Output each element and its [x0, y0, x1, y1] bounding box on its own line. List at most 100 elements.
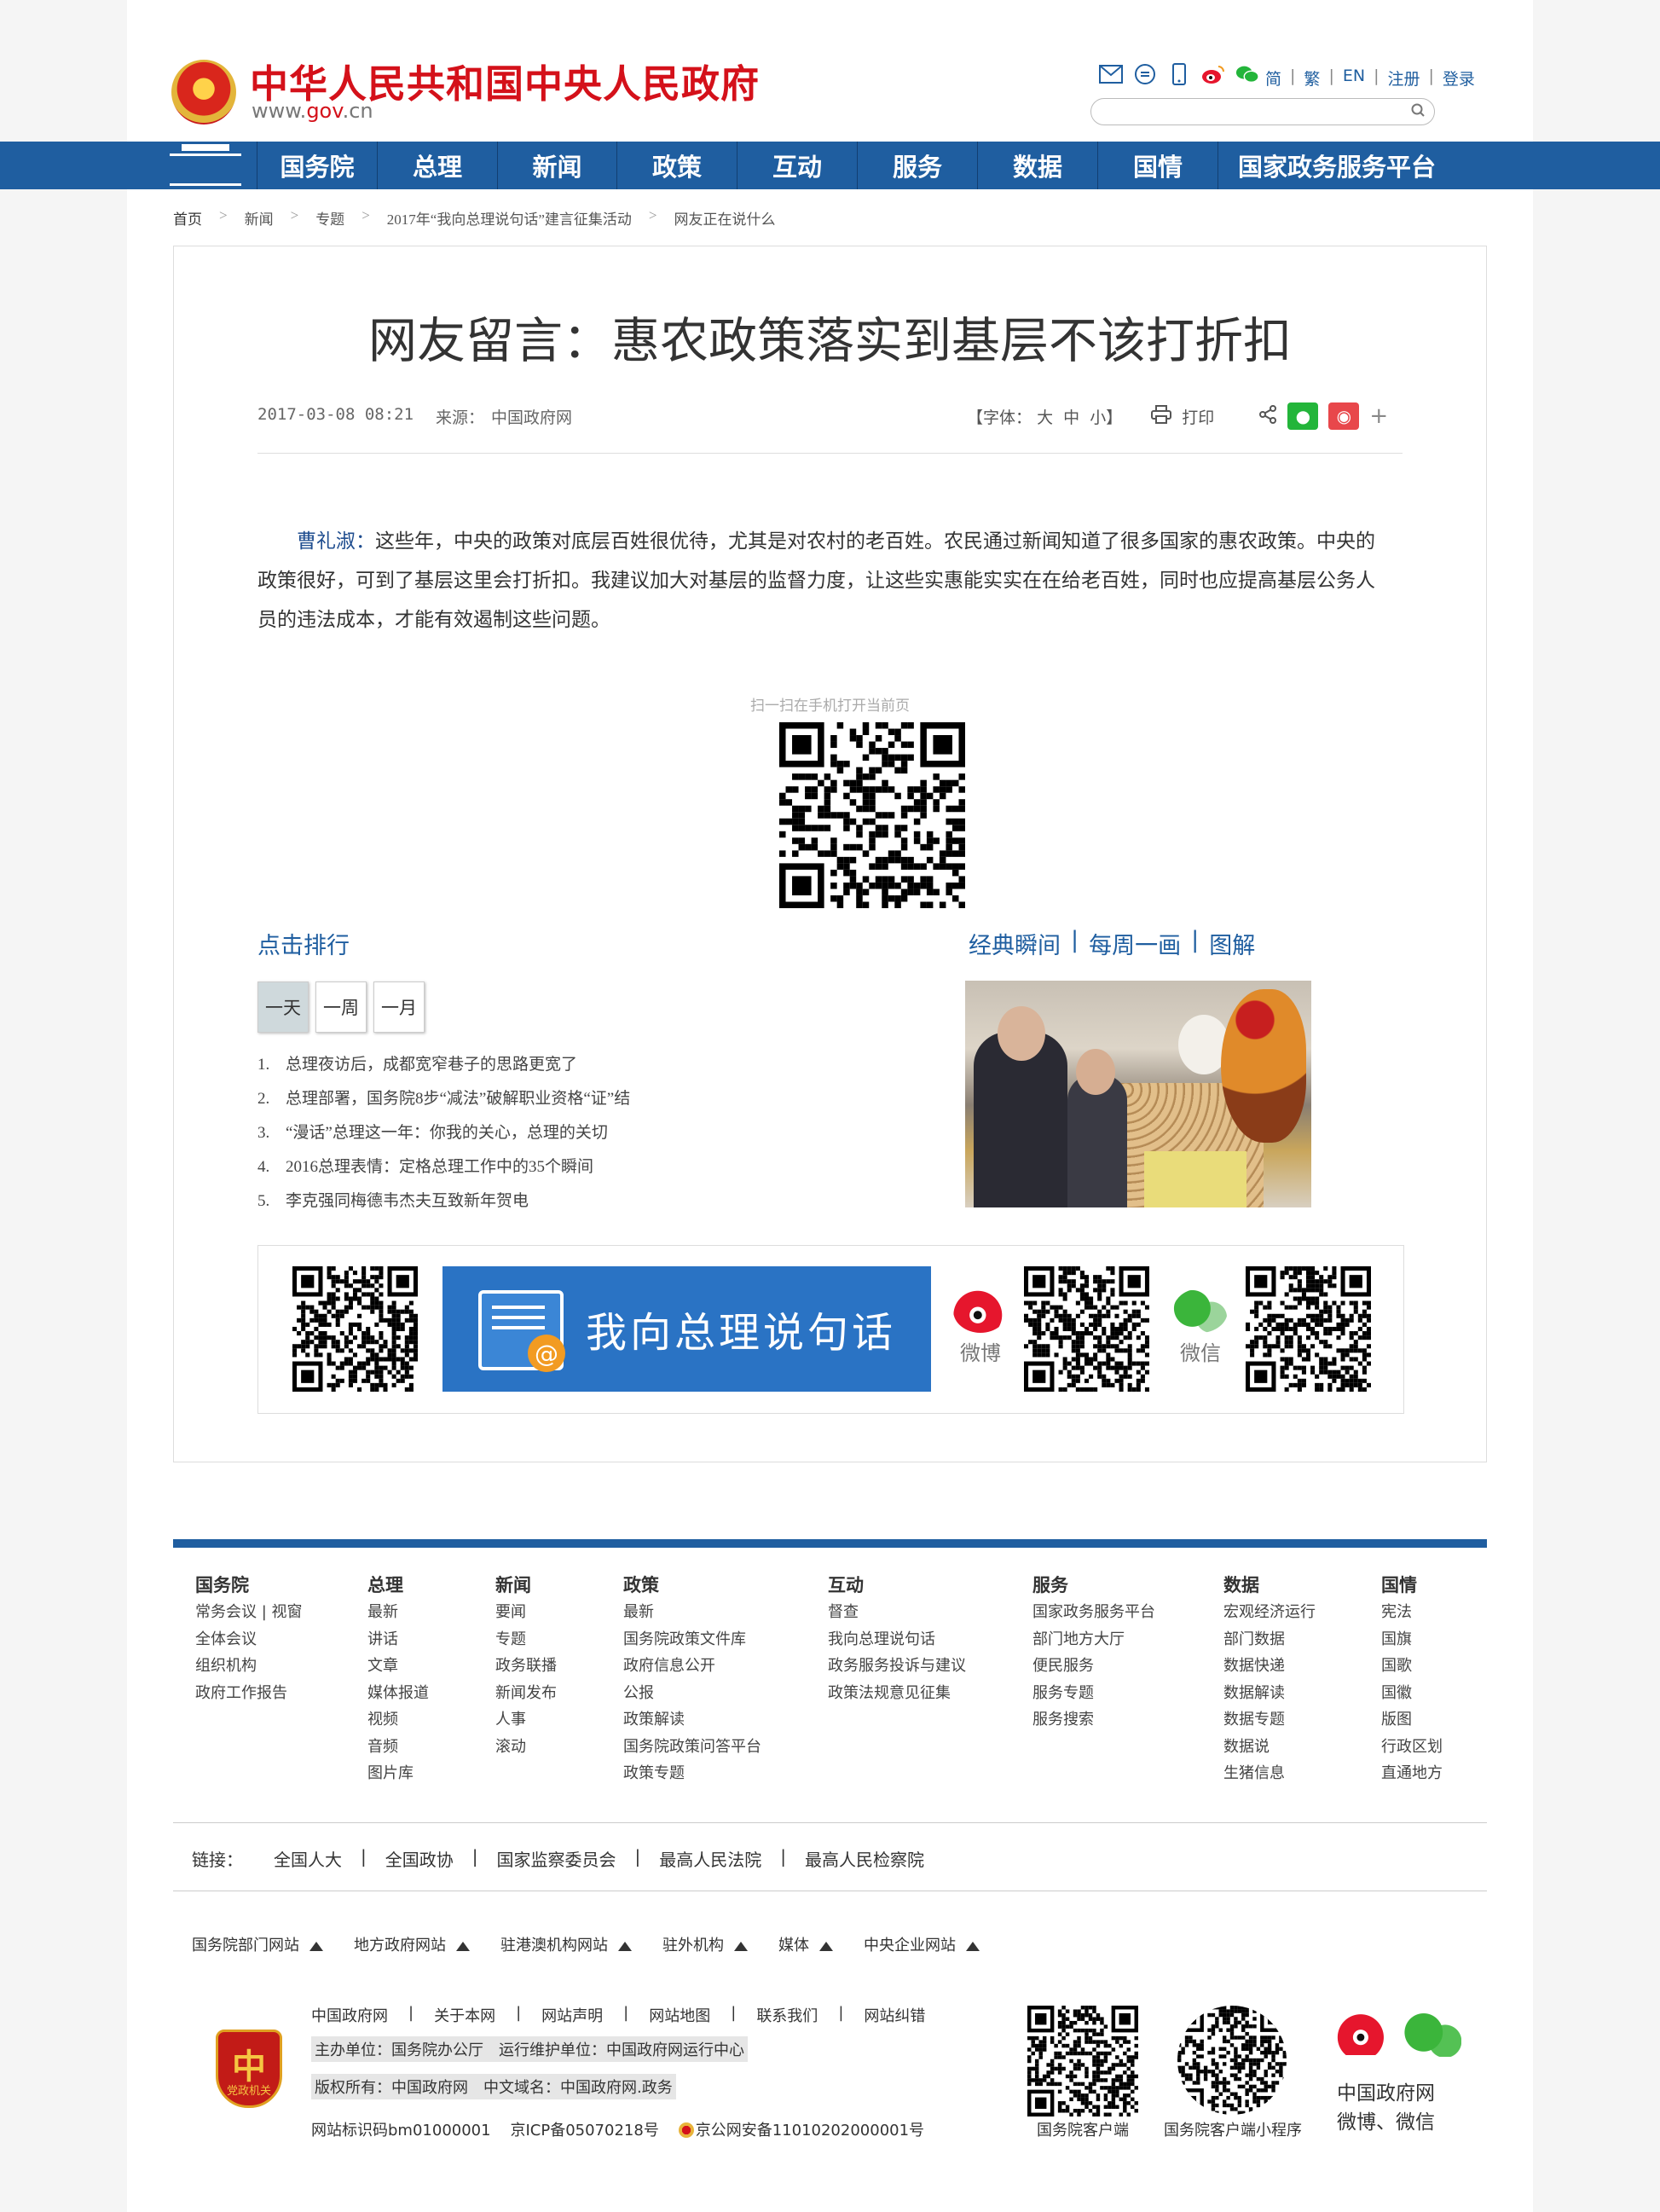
- footer-link[interactable]: 图片库: [367, 1760, 429, 1787]
- nav-item-policy[interactable]: 政策: [616, 142, 737, 189]
- dropdown-local-gov-sites[interactable]: 地方政府网站: [354, 1933, 470, 1955]
- nav-item-interaction[interactable]: 互动: [737, 142, 857, 189]
- lang-english-link[interactable]: EN: [1343, 67, 1365, 90]
- list-item[interactable]: 3. “漫话”总理这一年：你我的关心，总理的关切: [257, 1116, 630, 1150]
- footer-link[interactable]: 服务专题: [1032, 1680, 1155, 1707]
- share-wechat-icon[interactable]: ●: [1287, 402, 1319, 430]
- footer-link[interactable]: 督查: [828, 1599, 966, 1626]
- weibo-icon[interactable]: [1201, 63, 1225, 85]
- register-link[interactable]: 注册: [1387, 67, 1420, 90]
- breadcrumb-campaign[interactable]: 2017年“我向总理说句话”建言征集活动: [387, 207, 632, 229]
- share-icon[interactable]: [1258, 404, 1277, 428]
- footer-link[interactable]: 直通地方: [1381, 1760, 1443, 1787]
- footer-link[interactable]: 政府工作报告: [195, 1680, 303, 1707]
- footer-link-sitemap[interactable]: 网站地图: [649, 2004, 710, 2026]
- footer-link[interactable]: 政务联播: [495, 1653, 557, 1680]
- footer-link-about[interactable]: 关于本网: [434, 2004, 495, 2026]
- weibo-qr-code[interactable]: [1024, 1266, 1149, 1392]
- nav-item-data[interactable]: 数据: [977, 142, 1097, 189]
- footer-link[interactable]: 文章: [367, 1653, 429, 1680]
- gallery-infographic-link[interactable]: 图解: [1209, 927, 1255, 960]
- footer-link[interactable]: 数据说: [1223, 1734, 1316, 1761]
- footer-link[interactable]: 滚动: [495, 1734, 557, 1761]
- footer-link[interactable]: 宏观经济运行: [1223, 1599, 1316, 1626]
- tab-month[interactable]: 一月: [373, 982, 425, 1033]
- breadcrumb-topic[interactable]: 专题: [315, 207, 344, 229]
- printer-icon[interactable]: [1151, 404, 1172, 428]
- dropdown-media-sites[interactable]: 媒体: [778, 1933, 833, 1955]
- link-cppcc[interactable]: 全国政协: [385, 1846, 454, 1871]
- wechat-block[interactable]: 微信: [1171, 1288, 1230, 1366]
- wechat-icon[interactable]: [1235, 63, 1259, 85]
- national-emblem-icon[interactable]: [171, 60, 236, 124]
- footer-link[interactable]: 部门数据: [1223, 1626, 1316, 1653]
- footer-link[interactable]: 政策解读: [623, 1706, 761, 1734]
- footer-link-statement[interactable]: 网站声明: [541, 2004, 603, 2026]
- tell-premier-banner[interactable]: @ 我向总理说句话: [442, 1266, 931, 1392]
- footer-link[interactable]: 行政区划: [1381, 1734, 1443, 1761]
- app-qr-code[interactable]: [1027, 2006, 1138, 2116]
- nav-item-state-council[interactable]: 国务院: [257, 142, 377, 189]
- search-icon[interactable]: [1410, 102, 1427, 119]
- nav-item-news[interactable]: 新闻: [497, 142, 616, 189]
- font-size-medium[interactable]: 中: [1063, 408, 1079, 427]
- rank-link[interactable]: “漫话”总理这一年：你我的关心，总理的关切: [286, 1124, 608, 1142]
- footer-link[interactable]: 我向总理说句话: [828, 1626, 966, 1653]
- dropdown-overseas-sites[interactable]: 驻外机构: [662, 1933, 748, 1955]
- list-item[interactable]: 1. 总理夜访后，成都宽窄巷子的思路更宽了: [257, 1048, 630, 1082]
- footer-link-contact[interactable]: 联系我们: [756, 2004, 818, 2026]
- breadcrumb-home[interactable]: 首页: [173, 207, 202, 229]
- footer-link[interactable]: 全体会议: [195, 1626, 303, 1653]
- footer-link[interactable]: 国徽: [1381, 1680, 1443, 1707]
- print-link[interactable]: 打印: [1182, 405, 1214, 428]
- share-more-button[interactable]: +: [1369, 403, 1388, 429]
- footer-link[interactable]: 国歌: [1381, 1653, 1443, 1680]
- weibo-block[interactable]: 微博: [951, 1288, 1010, 1366]
- dropdown-soe-sites[interactable]: 中央企业网站: [864, 1933, 980, 1955]
- footer-link[interactable]: 数据快递: [1223, 1653, 1316, 1680]
- dropdown-ministry-sites[interactable]: 国务院部门网站: [192, 1933, 323, 1955]
- footer-link[interactable]: 要闻: [495, 1599, 557, 1626]
- footer-link[interactable]: 最新: [367, 1599, 429, 1626]
- party-gov-badge-icon[interactable]: 党政机关: [216, 2030, 282, 2108]
- link-court[interactable]: 最高人民法院: [659, 1846, 761, 1871]
- link-procuratorate[interactable]: 最高人民检察院: [805, 1846, 924, 1871]
- search-input[interactable]: [1090, 98, 1435, 125]
- rank-link[interactable]: 总理部署，国务院8步“减法”破解职业资格“证”结: [286, 1090, 630, 1108]
- footer-col-title[interactable]: 新闻: [495, 1572, 557, 1599]
- footer-link[interactable]: 常务会议 | 视窗: [195, 1599, 303, 1626]
- footer-link[interactable]: 国家政务服务平台: [1032, 1599, 1155, 1626]
- footer-link-report-error[interactable]: 网站纠错: [864, 2004, 925, 2026]
- link-npc[interactable]: 全国人大: [274, 1846, 342, 1871]
- footer-link[interactable]: 人事: [495, 1706, 557, 1734]
- list-item[interactable]: 2. 总理部署，国务院8步“减法”破解职业资格“证”结: [257, 1082, 630, 1116]
- footer-link[interactable]: 视频: [367, 1706, 429, 1734]
- mini-program-qr-code[interactable]: [1177, 2006, 1287, 2115]
- tab-day[interactable]: 一天: [257, 982, 309, 1033]
- footer-link[interactable]: 新闻发布: [495, 1680, 557, 1707]
- footer-link[interactable]: 数据专题: [1223, 1706, 1316, 1734]
- footer-col-title[interactable]: 国情: [1381, 1572, 1443, 1599]
- login-link[interactable]: 登录: [1443, 67, 1475, 90]
- footer-col-title[interactable]: 互动: [828, 1572, 966, 1599]
- site-url[interactable]: www.gov.cn: [252, 99, 373, 123]
- share-weibo-icon[interactable]: ◉: [1328, 402, 1360, 430]
- footer-link-home[interactable]: 中国政府网: [311, 2004, 388, 2026]
- nav-item-service-platform[interactable]: 国家政务服务平台: [1218, 142, 1455, 189]
- footer-link[interactable]: 国旗: [1381, 1626, 1443, 1653]
- footer-link[interactable]: 部门地方大厅: [1032, 1626, 1155, 1653]
- gallery-weekly-drawing-link[interactable]: 每周一画: [1089, 927, 1181, 960]
- nav-item-premier[interactable]: 总理: [377, 142, 497, 189]
- footer-link[interactable]: 服务搜索: [1032, 1706, 1155, 1734]
- footer-link[interactable]: 讲话: [367, 1626, 429, 1653]
- footer-link[interactable]: 政策专题: [623, 1760, 761, 1787]
- rank-link[interactable]: 李克强同梅德韦杰夫互致新年贺电: [286, 1192, 529, 1210]
- nav-item-national-info[interactable]: 国情: [1097, 142, 1218, 189]
- footer-link[interactable]: 政策法规意见征集: [828, 1680, 966, 1707]
- weibo-icon[interactable]: [1337, 2011, 1390, 2055]
- icp-link[interactable]: 京ICP备05070218号: [510, 2122, 658, 2140]
- footer-col-title[interactable]: 国务院: [195, 1572, 303, 1599]
- list-item[interactable]: 4. 2016总理表情：定格总理工作中的35个瞬间: [257, 1150, 630, 1184]
- dropdown-hk-macao-sites[interactable]: 驻港澳机构网站: [500, 1933, 632, 1955]
- wechat-icon[interactable]: [1403, 2012, 1461, 2057]
